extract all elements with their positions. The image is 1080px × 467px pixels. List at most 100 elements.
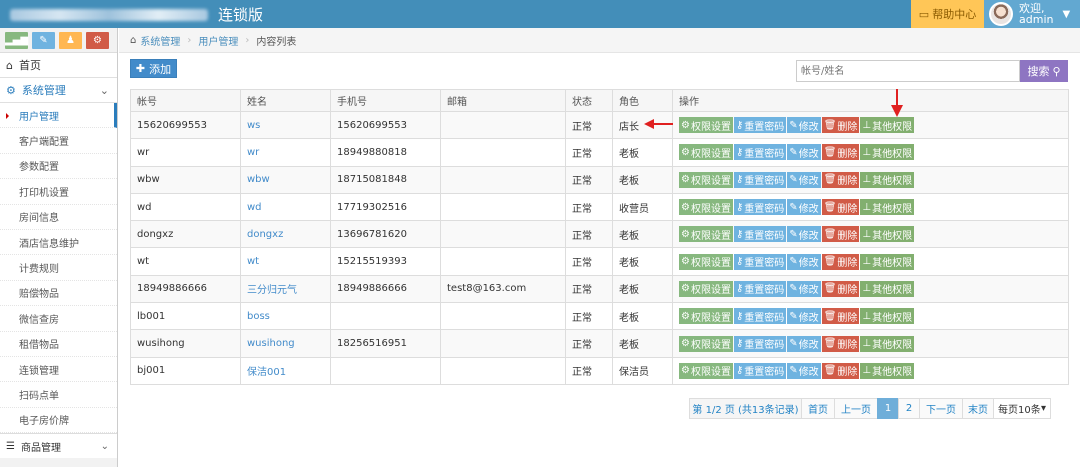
reset-password-button[interactable]: ⚷ 重置密码 xyxy=(733,226,787,243)
delete-button[interactable]: 🗑 删除 xyxy=(821,199,860,216)
other-permissions-button[interactable]: ⊥ 其他权限 xyxy=(860,308,915,325)
page-next-button[interactable]: 下一页 xyxy=(919,398,963,419)
delete-button[interactable]: 🗑 删除 xyxy=(821,280,860,297)
breadcrumb-user-management[interactable]: 用户管理 xyxy=(198,33,238,48)
reset-password-button[interactable]: ⚷ 重置密码 xyxy=(733,253,787,270)
page-size-select[interactable]: 每页10条 ▾ xyxy=(993,398,1051,419)
edit-button[interactable]: ✎ 修改 xyxy=(787,117,821,134)
header-phone[interactable]: 手机号 xyxy=(330,89,441,112)
edit-button[interactable]: ✎ 修改 xyxy=(787,199,821,216)
search-button[interactable]: 搜索 ⚲ xyxy=(1020,60,1068,82)
sidebar-item-client-config[interactable]: 客户端配置 xyxy=(0,128,117,154)
cell-name[interactable]: dongxz xyxy=(240,220,331,249)
sidebar-item-compensation[interactable]: 赔偿物品 xyxy=(0,280,117,307)
signal-icon[interactable]: ▂▄▆ xyxy=(5,32,28,49)
delete-button[interactable]: 🗑 删除 xyxy=(821,308,860,325)
cell-name[interactable]: boss xyxy=(240,302,331,331)
permission-settings-button[interactable]: ⚙ 权限设置 xyxy=(679,199,733,216)
cell-name[interactable]: ws xyxy=(240,110,331,140)
other-permissions-button[interactable]: ⊥ 其他权限 xyxy=(860,362,915,379)
pencil-icon[interactable]: ✎ xyxy=(32,32,55,49)
other-permissions-button[interactable]: ⊥ 其他权限 xyxy=(860,117,915,134)
sidebar-item-param-config[interactable]: 参数配置 xyxy=(0,153,117,180)
permission-settings-button[interactable]: ⚙ 权限设置 xyxy=(679,171,733,188)
search-input[interactable] xyxy=(796,60,1020,82)
sidebar-item-user-management[interactable]: 用户管理 xyxy=(0,103,117,129)
edit-button[interactable]: ✎ 修改 xyxy=(787,226,821,243)
permission-settings-button[interactable]: ⚙ 权限设置 xyxy=(679,226,733,243)
page-last-button[interactable]: 末页 xyxy=(962,398,994,419)
other-permissions-button[interactable]: ⊥ 其他权限 xyxy=(860,199,915,216)
delete-button[interactable]: 🗑 删除 xyxy=(821,335,860,352)
reset-password-button[interactable]: ⚷ 重置密码 xyxy=(733,308,787,325)
edit-button[interactable]: ✎ 修改 xyxy=(787,308,821,325)
other-permissions-button[interactable]: ⊥ 其他权限 xyxy=(860,335,915,352)
delete-button[interactable]: 🗑 删除 xyxy=(821,144,860,161)
sidebar-group-system[interactable]: ⚙ 系统管理 ⌄ xyxy=(0,78,117,103)
delete-button[interactable]: 🗑 删除 xyxy=(821,171,860,188)
delete-button[interactable]: 🗑 删除 xyxy=(821,226,860,243)
edit-button[interactable]: ✎ 修改 xyxy=(787,171,821,188)
header-account[interactable]: 帐号 xyxy=(130,89,241,112)
breadcrumb-system[interactable]: 系统管理 xyxy=(140,33,180,48)
permission-settings-button[interactable]: ⚙ 权限设置 xyxy=(679,144,733,161)
cogs-icon[interactable]: ⚙ xyxy=(86,32,109,49)
sidebar-item-hotel-info[interactable]: 酒店信息维护 xyxy=(0,229,117,256)
reset-password-button[interactable]: ⚷ 重置密码 xyxy=(733,144,787,161)
cell-name[interactable]: 保洁001 xyxy=(240,356,331,385)
edit-button[interactable]: ✎ 修改 xyxy=(787,362,821,379)
sidebar-item-printer[interactable]: 打印机设置 xyxy=(0,179,117,205)
reset-password-button[interactable]: ⚷ 重置密码 xyxy=(733,117,787,134)
permission-settings-button[interactable]: ⚙ 权限设置 xyxy=(679,117,733,134)
sidebar-item-home[interactable]: ⌂ 首页 xyxy=(0,53,117,78)
cell-name[interactable]: wt xyxy=(240,247,331,276)
cell-name[interactable]: wbw xyxy=(240,165,331,194)
delete-button[interactable]: 🗑 删除 xyxy=(821,117,860,134)
delete-button[interactable]: 🗑 删除 xyxy=(821,362,860,379)
header-status[interactable]: 状态 xyxy=(565,89,613,112)
delete-button[interactable]: 🗑 删除 xyxy=(821,253,860,270)
help-center-button[interactable]: ▭ 帮助中心 xyxy=(911,0,984,28)
page-2-button[interactable]: 2 xyxy=(898,398,920,419)
permission-settings-button[interactable]: ⚙ 权限设置 xyxy=(679,335,733,352)
sidebar-item-billing-rules[interactable]: 计费规则 xyxy=(0,255,117,281)
header-name[interactable]: 姓名 xyxy=(240,89,331,112)
sidebar-item-qr-order[interactable]: 扫码点单 xyxy=(0,382,117,408)
cell-name[interactable]: 三分归元气 xyxy=(240,274,331,304)
sidebar-item-chain[interactable]: 连锁管理 xyxy=(0,356,117,383)
other-permissions-button[interactable]: ⊥ 其他权限 xyxy=(860,144,915,161)
permission-settings-button[interactable]: ⚙ 权限设置 xyxy=(679,280,733,297)
other-permissions-button[interactable]: ⊥ 其他权限 xyxy=(860,280,915,297)
permission-settings-button[interactable]: ⚙ 权限设置 xyxy=(679,253,733,270)
cell-name[interactable]: wusihong xyxy=(240,329,331,358)
page-prev-button[interactable]: 上一页 xyxy=(834,398,878,419)
sidebar-item-wechat-check[interactable]: 微信查房 xyxy=(0,306,117,332)
users-icon[interactable]: ♟ xyxy=(59,32,82,49)
reset-password-button[interactable]: ⚷ 重置密码 xyxy=(733,335,787,352)
reset-password-button[interactable]: ⚷ 重置密码 xyxy=(733,171,787,188)
page-1-button[interactable]: 1 xyxy=(877,398,899,419)
permission-settings-button[interactable]: ⚙ 权限设置 xyxy=(679,308,733,325)
add-button[interactable]: ✚ 添加 xyxy=(130,59,177,78)
other-permissions-button[interactable]: ⊥ 其他权限 xyxy=(860,253,915,270)
other-permissions-button[interactable]: ⊥ 其他权限 xyxy=(860,226,915,243)
cell-name[interactable]: wd xyxy=(240,192,331,222)
other-permissions-button[interactable]: ⊥ 其他权限 xyxy=(860,171,915,188)
edit-button[interactable]: ✎ 修改 xyxy=(787,280,821,297)
page-first-button[interactable]: 首页 xyxy=(801,398,835,419)
permission-settings-button[interactable]: ⚙ 权限设置 xyxy=(679,362,733,379)
header-email[interactable]: 邮箱 xyxy=(440,89,566,112)
sidebar-group-goods[interactable]: ☰ 商品管理 ⌄ xyxy=(0,433,117,459)
cell-name[interactable]: wr xyxy=(240,138,331,167)
header-role[interactable]: 角色 xyxy=(612,89,673,112)
sidebar-item-room-info[interactable]: 房间信息 xyxy=(0,204,117,230)
sidebar-item-price-board[interactable]: 电子房价牌 xyxy=(0,407,117,434)
edit-button[interactable]: ✎ 修改 xyxy=(787,253,821,270)
reset-password-button[interactable]: ⚷ 重置密码 xyxy=(733,199,787,216)
user-menu[interactable]: 欢迎, admin ▼ xyxy=(984,0,1080,28)
sidebar-item-rental[interactable]: 租借物品 xyxy=(0,331,117,357)
edit-button[interactable]: ✎ 修改 xyxy=(787,144,821,161)
reset-password-button[interactable]: ⚷ 重置密码 xyxy=(733,362,787,379)
edit-button[interactable]: ✎ 修改 xyxy=(787,335,821,352)
reset-password-button[interactable]: ⚷ 重置密码 xyxy=(733,280,787,297)
